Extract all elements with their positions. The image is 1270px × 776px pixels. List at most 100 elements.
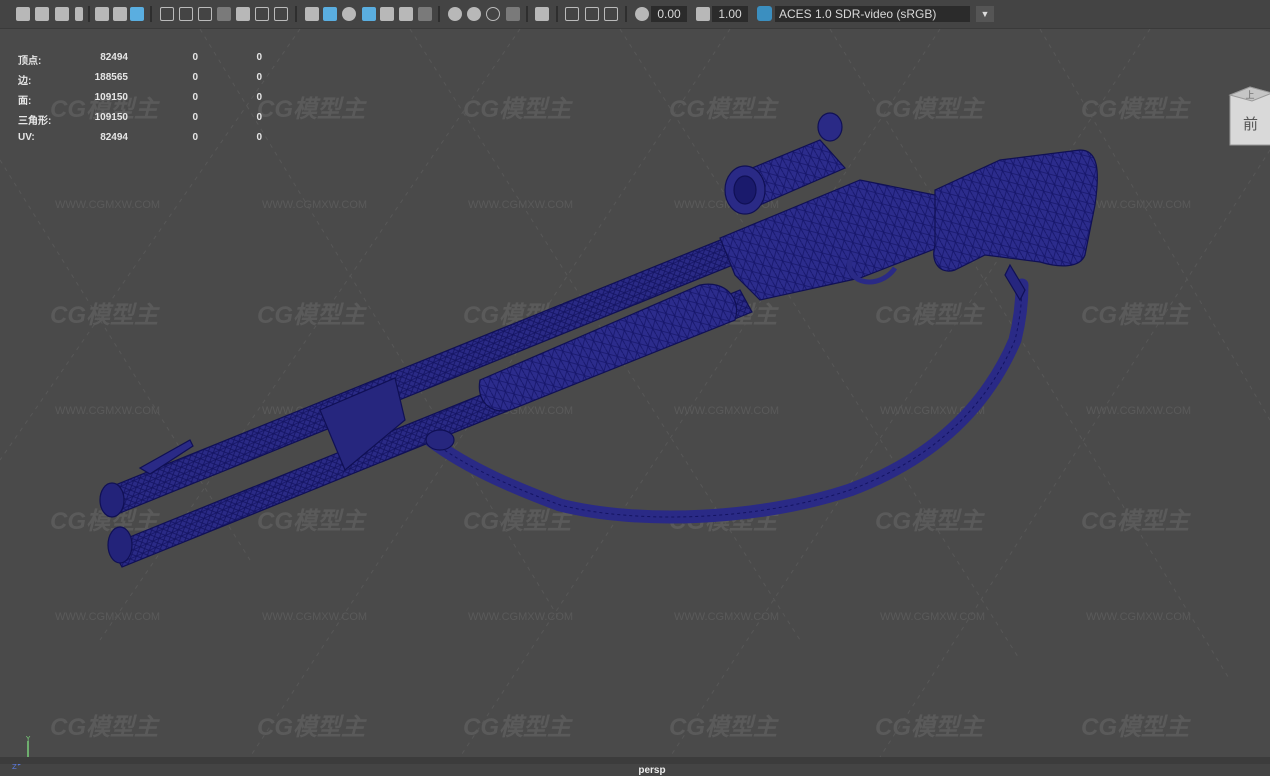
hud-label: 三角形: (18, 116, 52, 127)
hud-value: 82494 (100, 132, 128, 143)
watermark-logo: CG模型主 (875, 508, 985, 535)
view-transform-select[interactable]: ACES 1.0 SDR-video (sRGB) (775, 6, 970, 22)
watermark-logo: CG模型主 (257, 302, 367, 329)
hud-value: 109150 (94, 92, 128, 103)
hud-value: 0 (192, 72, 198, 83)
watermark-logo: CG模型主 (875, 96, 985, 123)
hud-value: 0 (192, 112, 198, 123)
watermark-logo: CG模型主 (669, 714, 779, 741)
watermark-logo: CG模型主 (50, 714, 160, 741)
hud-value: 0 (256, 132, 262, 143)
hud-value: 0 (192, 92, 198, 103)
xray-joints-icon[interactable] (604, 7, 618, 21)
hud-value: 109150 (94, 112, 128, 123)
depth-of-field-icon[interactable] (506, 7, 520, 21)
watermark-url: WWW.CGMXW.COM (674, 405, 779, 417)
shotgun-model[interactable] (99, 112, 1098, 568)
hud-value: 0 (256, 112, 262, 123)
gamma-icon[interactable] (696, 7, 710, 21)
toolbar-separator (438, 6, 440, 22)
watermark-logo: CG模型主 (1081, 508, 1191, 535)
gamma-field[interactable]: 1.00 (712, 6, 748, 22)
textured-icon[interactable] (380, 7, 394, 21)
grease-pencil-icon[interactable] (130, 7, 144, 21)
safe-action-icon[interactable] (255, 7, 269, 21)
hud-row-vertices: 顶点: 82494 0 0 (18, 52, 278, 72)
camera-icon[interactable] (16, 7, 30, 21)
watermark-url: WWW.CGMXW.COM (262, 199, 367, 211)
hud-value: 0 (192, 132, 198, 143)
watermark-url: WWW.CGMXW.COM (55, 405, 160, 417)
viewport-toolbar: 0.00 1.00 ACES 1.0 SDR-video (sRGB) ▼ (0, 0, 1270, 29)
watermark-url: WWW.CGMXW.COM (468, 199, 573, 211)
watermark-url: WWW.CGMXW.COM (674, 611, 779, 623)
hud-label: 边: (18, 76, 32, 87)
image-plane-icon[interactable] (95, 7, 109, 21)
hud-row-edges: 边: 188565 0 0 (18, 72, 278, 92)
ambient-occlusion-icon[interactable] (448, 7, 462, 21)
film-gate-icon[interactable] (179, 7, 193, 21)
hud-label: 面: (18, 96, 32, 107)
smooth-shade-icon[interactable] (323, 7, 337, 21)
camera-view-icon[interactable] (55, 7, 69, 21)
poly-count-hud: 顶点: 82494 0 0 边: 188565 0 0 面: 109150 0 … (18, 52, 278, 152)
watermark-url: WWW.CGMXW.COM (880, 611, 985, 623)
exposure-field[interactable]: 0.00 (651, 6, 687, 22)
toolbar-separator (625, 6, 627, 22)
xray-icon[interactable] (565, 7, 579, 21)
camera-attributes-icon[interactable] (35, 7, 49, 21)
anti-aliasing-icon[interactable] (486, 7, 500, 21)
hud-value: 82494 (100, 52, 128, 63)
motion-blur-icon[interactable] (467, 7, 481, 21)
3d-viewport[interactable]: CG模型主 CG模型主 CG模型主 CG模型主 CG模型主 CG模型主 CG模型… (0, 29, 1270, 776)
chevron-down-icon[interactable]: ▼ (976, 6, 994, 22)
watermark-url: WWW.CGMXW.COM (55, 611, 160, 623)
watermark-logo: CG模型主 (257, 508, 367, 535)
camera-name-label: persp (638, 765, 666, 776)
watermark-logo: CG模型主 (50, 302, 160, 329)
default-material-icon[interactable] (342, 7, 356, 21)
watermark-logo: CG模型主 (257, 714, 367, 741)
watermark-url: WWW.CGMXW.COM (468, 611, 573, 623)
hud-row-uv: UV: 82494 0 0 (18, 132, 278, 152)
field-chart-icon[interactable] (236, 7, 250, 21)
color-management-icon[interactable] (757, 6, 772, 21)
axis-y-label: Y (25, 735, 31, 743)
2d-pan-zoom-icon[interactable] (113, 7, 127, 21)
toolbar-separator (556, 6, 558, 22)
grid-icon[interactable] (160, 7, 174, 21)
shadows-icon[interactable] (418, 7, 432, 21)
bookmark-icon[interactable] (75, 7, 83, 21)
view-cube[interactable]: 上 前 (1228, 85, 1270, 147)
watermark-url: WWW.CGMXW.COM (262, 611, 367, 623)
watermark-logo: CG模型主 (875, 714, 985, 741)
wireframe-icon[interactable] (305, 7, 319, 21)
toolbar-separator (88, 6, 90, 22)
hud-row-faces: 面: 109150 0 0 (18, 92, 278, 112)
watermark-logo: CG模型主 (463, 96, 573, 123)
watermark-url: WWW.CGMXW.COM (1086, 405, 1191, 417)
hud-row-triangles: 三角形: 109150 0 0 (18, 112, 278, 132)
watermark-logo: CG模型主 (463, 714, 573, 741)
watermark-logo: CG模型主 (463, 508, 573, 535)
viewcube-top-label: 上 (1245, 90, 1254, 101)
hud-label: 顶点: (18, 56, 42, 67)
hud-label: UV: (18, 132, 35, 143)
exposure-icon[interactable] (635, 7, 649, 21)
lights-icon[interactable] (399, 7, 413, 21)
viewcube-front-label: 前 (1243, 115, 1258, 133)
watermark-logo: CG模型主 (1081, 714, 1191, 741)
watermark-url: WWW.CGMXW.COM (55, 199, 160, 211)
resolution-gate-icon[interactable] (198, 7, 212, 21)
isolate-select-icon[interactable] (535, 7, 549, 21)
wireframe-on-shaded-icon[interactable] (362, 7, 376, 21)
safe-title-icon[interactable] (274, 7, 288, 21)
viewport-bottom-border (0, 757, 1270, 764)
gate-mask-icon[interactable] (217, 7, 231, 21)
hud-value: 0 (256, 92, 262, 103)
watermark-logo: CG模型主 (875, 302, 985, 329)
xray-active-icon[interactable] (585, 7, 599, 21)
watermark-url: WWW.CGMXW.COM (1086, 611, 1191, 623)
hud-value: 0 (192, 52, 198, 63)
hud-value: 0 (256, 52, 262, 63)
